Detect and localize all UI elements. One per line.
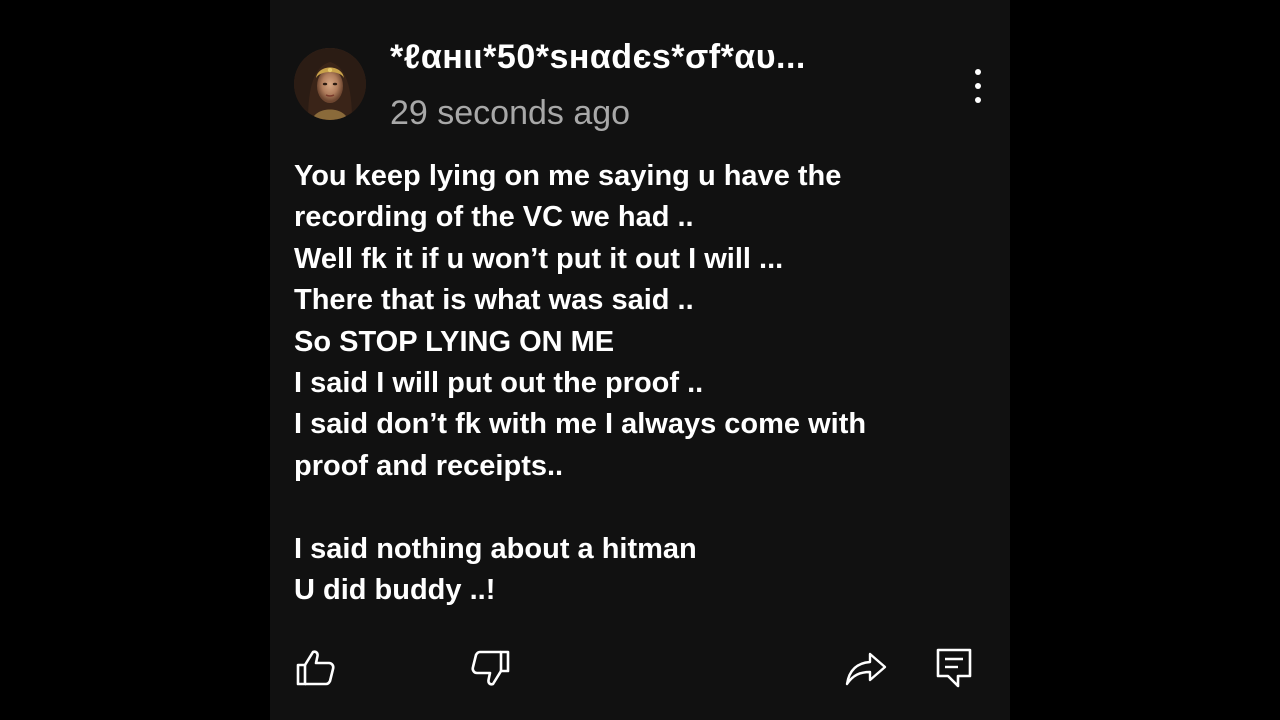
- comment-line: Well fk it if u won’t put it out I will …: [294, 242, 784, 275]
- comment-line: You keep lying on me saying u have the: [294, 160, 842, 192]
- thumbs-up-icon: [296, 650, 335, 686]
- reply-button[interactable]: [934, 646, 978, 690]
- thumbs-down-icon: [471, 650, 510, 686]
- comment-author[interactable]: *ℓαнιι*50*sнαdєs*σf*αυ...: [390, 38, 806, 77]
- share-button[interactable]: [844, 646, 888, 690]
- dislike-button[interactable]: [468, 646, 512, 690]
- comment-line: [294, 487, 994, 528]
- more-options-button[interactable]: [964, 64, 992, 108]
- comment-panel: *ℓαнιι*50*sнαdєs*σf*αυ... 29 seconds ago…: [270, 0, 1010, 720]
- comment-line: I said I will put out the proof ..: [294, 367, 704, 400]
- avatar[interactable]: [294, 48, 366, 120]
- comment-line: There that is what was said ..: [294, 284, 694, 317]
- reply-icon: [936, 648, 972, 688]
- comment-line: U did buddy ..!: [294, 574, 496, 607]
- like-button[interactable]: [294, 646, 338, 690]
- share-icon: [845, 652, 887, 686]
- comment-line: I said don’t fk with me I always come wi…: [294, 408, 867, 441]
- comment-timestamp: 29 seconds ago: [390, 94, 631, 132]
- comment-line: I said nothing about a hitman: [294, 532, 697, 565]
- comment-line: recording of the VC we had ..: [294, 201, 694, 234]
- more-vertical-icon: [975, 69, 981, 103]
- comment-line: So STOP LYING ON ME: [294, 325, 615, 358]
- avatar-portrait-icon: [294, 48, 366, 120]
- comment-line: proof and receipts..: [294, 449, 564, 482]
- comment-text: You keep lying on me saying u have the r…: [294, 156, 994, 611]
